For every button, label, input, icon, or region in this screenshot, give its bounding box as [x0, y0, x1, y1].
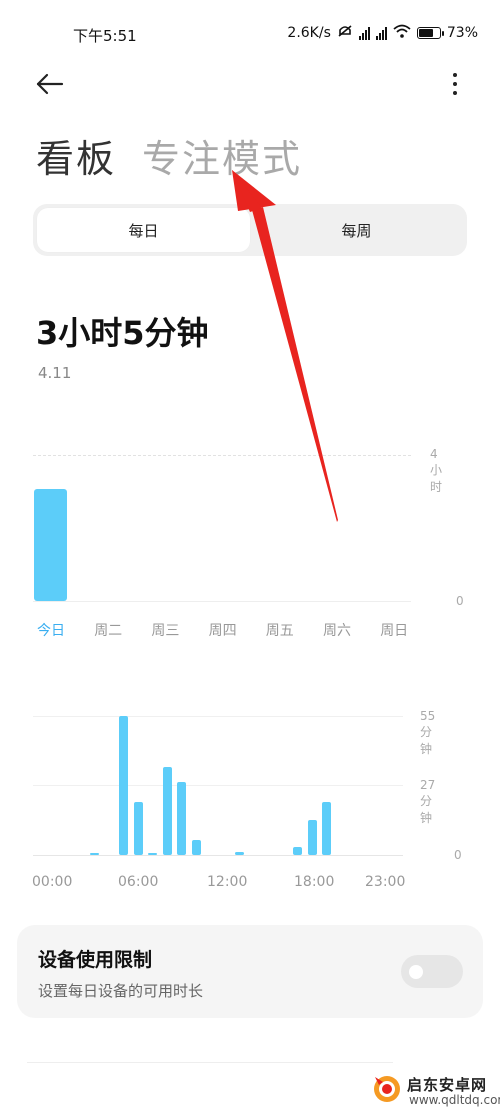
watermark-text: 启东安卓网	[407, 1076, 488, 1094]
watermark-url: www.qdltdq.com	[409, 1093, 500, 1107]
annotation-arrow-icon	[232, 170, 338, 522]
watermark-logo-icon	[374, 1076, 400, 1102]
